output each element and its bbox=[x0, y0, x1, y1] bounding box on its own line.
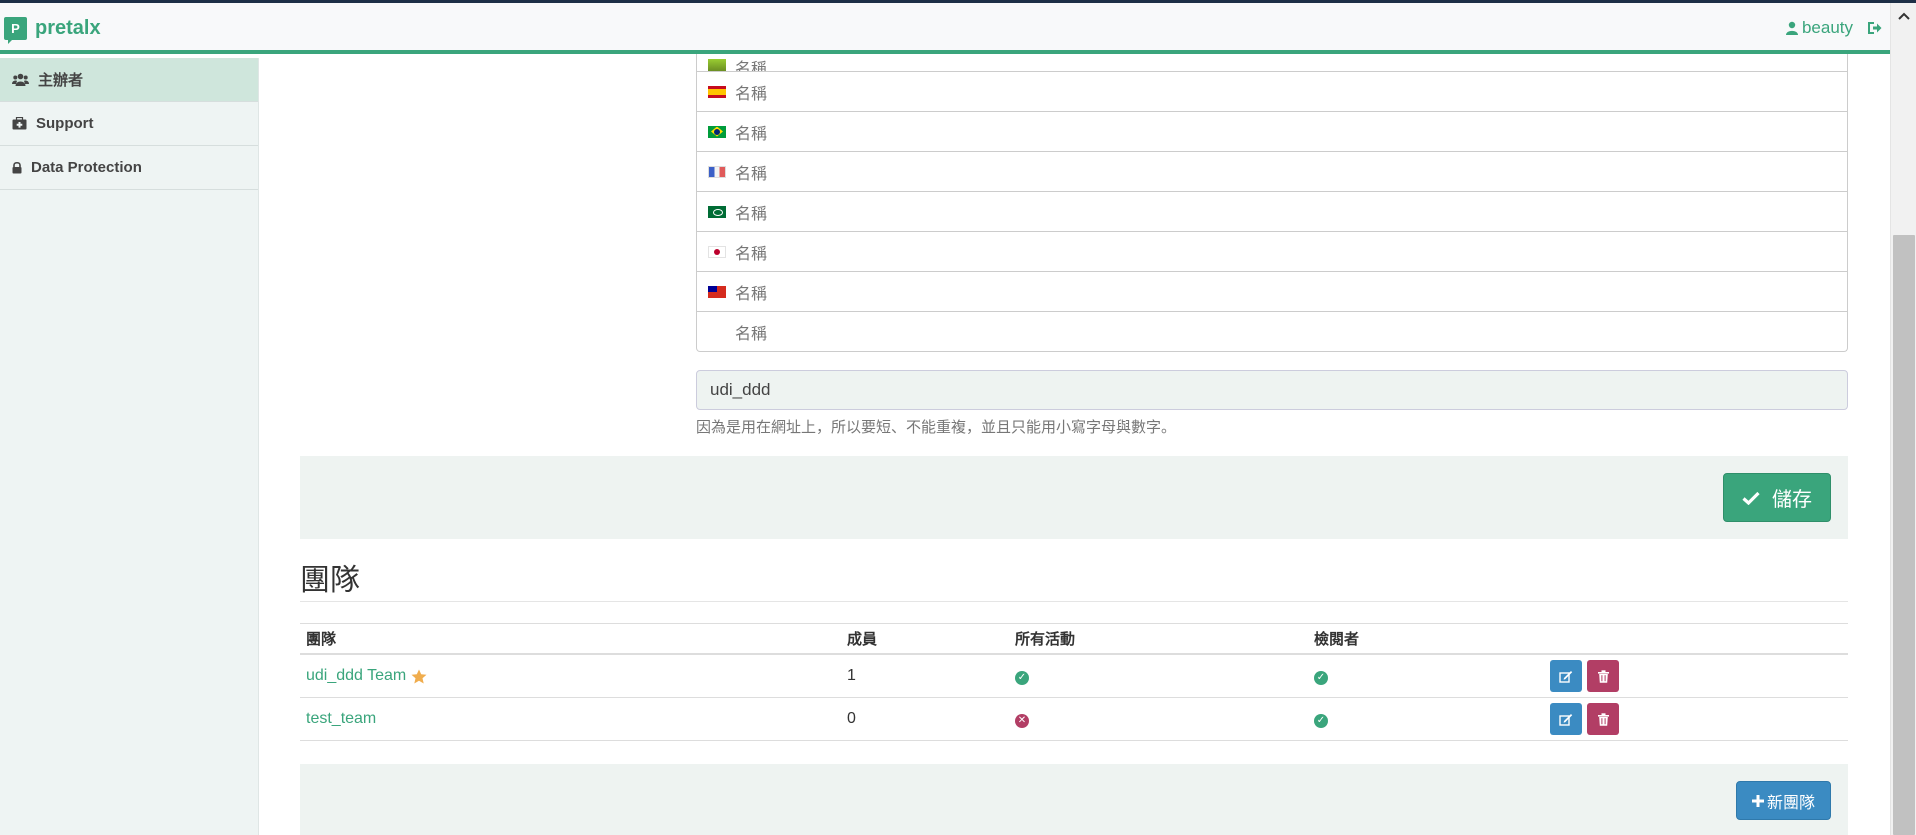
france-flag-icon bbox=[708, 165, 726, 178]
name-input-br[interactable]: 名稱 bbox=[697, 112, 1847, 152]
team-name-cell: test_team bbox=[300, 710, 841, 728]
sidebar-item-support[interactable]: Support bbox=[0, 102, 258, 146]
edit-team-button[interactable] bbox=[1550, 660, 1582, 692]
check-circle-icon: ✓ bbox=[1314, 671, 1328, 685]
delete-team-button[interactable] bbox=[1587, 703, 1619, 735]
column-header-team: 團隊 bbox=[306, 631, 337, 648]
sidebar-item-label: Data Protection bbox=[31, 159, 142, 176]
sidebar-item-label: 主辦者 bbox=[38, 72, 84, 89]
teams-heading: 團隊 bbox=[300, 564, 360, 597]
user-menu-link[interactable]: beauty bbox=[1785, 18, 1853, 38]
username: beauty bbox=[1801, 18, 1853, 37]
saudi-arabia-flag-icon bbox=[708, 205, 726, 218]
table-row: test_team 0 ✕ ✓ bbox=[300, 698, 1848, 741]
name-placeholder: 名稱 bbox=[735, 245, 768, 263]
japan-flag-icon bbox=[708, 245, 726, 258]
scroll-thumb[interactable] bbox=[1893, 235, 1915, 835]
page-scrollbar[interactable] bbox=[1890, 3, 1916, 835]
team-link[interactable]: test_team bbox=[306, 710, 376, 728]
name-placeholder: 名稱 bbox=[735, 205, 768, 223]
sidebar-item-label: Support bbox=[36, 115, 94, 132]
brazil-flag-icon bbox=[708, 125, 726, 138]
brand-link[interactable]: P pretalx bbox=[4, 13, 101, 44]
reviewer-cell: ✓ bbox=[1308, 710, 1544, 728]
name-placeholder: 名稱 bbox=[735, 125, 768, 143]
pretalx-logo-icon: P bbox=[4, 16, 27, 44]
name-input-fr[interactable]: 名稱 bbox=[697, 152, 1847, 192]
name-input-default[interactable]: 名稱 bbox=[697, 312, 1847, 352]
name-placeholder: 名稱 bbox=[735, 285, 768, 303]
short-name-input[interactable]: udi_ddd bbox=[696, 370, 1848, 410]
flag-icon bbox=[708, 59, 726, 71]
check-circle-icon: ✓ bbox=[1015, 671, 1029, 685]
users-icon bbox=[12, 73, 29, 86]
new-team-button[interactable]: 新團隊 bbox=[1736, 781, 1831, 820]
delete-team-button[interactable] bbox=[1587, 660, 1619, 692]
name-placeholder: 名稱 bbox=[735, 165, 768, 183]
table-header: 團隊 成員 所有活動 檢閱者 bbox=[300, 623, 1848, 655]
all-events-cell: ✓ bbox=[1009, 667, 1308, 685]
column-header-members: 成員 bbox=[847, 631, 878, 648]
row-actions bbox=[1544, 703, 1848, 735]
name-field-group: 名稱 名稱 名稱 名稱 名稱 名稱 名稱 名稱 bbox=[696, 54, 1848, 352]
column-header-all-events: 所有活動 bbox=[1015, 631, 1076, 648]
name-input-es[interactable]: 名稱 bbox=[697, 72, 1847, 112]
short-name-help: 因為是用在網址上，所以要短、不能重複，並且只能用小寫字母與數字。 bbox=[696, 419, 1177, 436]
save-button[interactable]: 儲存 bbox=[1723, 473, 1831, 522]
team-members-count: 1 bbox=[847, 667, 856, 684]
user-area: beauty bbox=[1785, 18, 1882, 38]
sidebar-item-organiser[interactable]: 主辦者 bbox=[0, 58, 258, 102]
edit-team-button[interactable] bbox=[1550, 703, 1582, 735]
sign-out-icon[interactable] bbox=[1867, 21, 1882, 35]
all-events-cell: ✕ bbox=[1009, 710, 1308, 728]
team-name-cell: udi_ddd Team bbox=[300, 667, 841, 685]
scroll-up-arrow-icon[interactable] bbox=[1891, 3, 1916, 29]
edit-icon bbox=[1559, 713, 1573, 726]
reviewer-cell: ✓ bbox=[1308, 667, 1544, 685]
taiwan-flag-icon bbox=[708, 285, 726, 298]
brand-name: pretalx bbox=[35, 16, 101, 39]
team-members-count: 0 bbox=[847, 710, 856, 727]
team-link[interactable]: udi_ddd Team bbox=[306, 667, 406, 685]
blank-flag-icon bbox=[708, 326, 726, 338]
form-actions-bar: 儲存 bbox=[300, 456, 1848, 539]
user-icon bbox=[1785, 21, 1798, 35]
star-icon bbox=[411, 669, 427, 683]
new-team-label: 新團隊 bbox=[1766, 794, 1815, 812]
save-label: 儲存 bbox=[1772, 489, 1812, 511]
name-input-tw[interactable]: 名稱 bbox=[697, 272, 1847, 312]
top-navbar: P pretalx beauty bbox=[0, 3, 1890, 54]
divider bbox=[300, 601, 1848, 602]
name-input-sa[interactable]: 名稱 bbox=[697, 192, 1847, 232]
column-header-reviewer: 檢閱者 bbox=[1314, 631, 1360, 648]
lock-icon bbox=[12, 161, 22, 174]
medkit-icon bbox=[12, 117, 27, 130]
name-placeholder: 名稱 bbox=[735, 326, 768, 343]
row-actions bbox=[1544, 660, 1848, 692]
table-row: udi_ddd Team 1 ✓ ✓ bbox=[300, 655, 1848, 698]
name-placeholder: 名稱 bbox=[735, 85, 768, 103]
trash-icon bbox=[1597, 669, 1609, 683]
main-content: 名稱 名稱 名稱 名稱 名稱 名稱 名稱 名稱 短名稱 bbox=[300, 54, 1848, 835]
plus-icon bbox=[1751, 794, 1764, 807]
trash-icon bbox=[1597, 712, 1609, 726]
teams-table: 團隊 成員 所有活動 檢閱者 udi_ddd Team 1 ✓ ✓ test_t… bbox=[300, 623, 1848, 741]
short-name-value: udi_ddd bbox=[710, 380, 771, 399]
name-input-partial[interactable]: 名稱 bbox=[697, 54, 1847, 72]
teams-actions-bar: 新團隊 bbox=[300, 764, 1848, 835]
name-placeholder: 名稱 bbox=[735, 61, 768, 72]
name-input-jp[interactable]: 名稱 bbox=[697, 232, 1847, 272]
check-circle-icon: ✓ bbox=[1314, 714, 1328, 728]
sidebar-item-data-protection[interactable]: Data Protection bbox=[0, 146, 258, 190]
sidebar: 主辦者 Support Data Protection bbox=[0, 58, 259, 835]
spain-flag-icon bbox=[708, 85, 726, 98]
times-circle-icon: ✕ bbox=[1015, 714, 1029, 728]
check-icon bbox=[1742, 491, 1760, 505]
edit-icon bbox=[1559, 670, 1573, 683]
